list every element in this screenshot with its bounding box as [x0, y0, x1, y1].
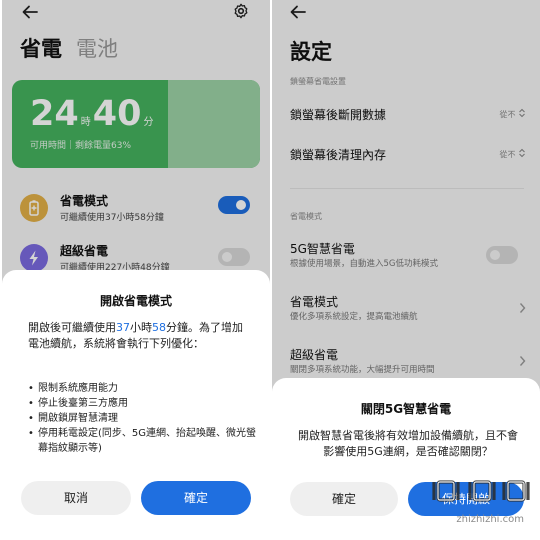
row-desc: 關閉多項系統功能，大幅提升可用時間: [290, 365, 435, 375]
section-divider: [290, 188, 524, 189]
watermark-logo: [432, 480, 530, 502]
row-title: 鎖螢幕後清理內存: [290, 148, 387, 162]
lightning-icon: [20, 244, 48, 272]
watermark: zhizhizhi.com: [408, 476, 532, 525]
disable-5g-smart-saving-dialog: 關閉5G智慧省電 開啟智慧省電後將有效增加設備續航，且不會影響使用5G連網，是否…: [272, 378, 540, 540]
settings-row-clear-memory[interactable]: 鎖螢幕後清理內存 從不: [290, 146, 526, 180]
watermark-url: zhizhizhi.com: [456, 514, 524, 525]
updown-chevron-icon: [519, 148, 525, 158]
dialog-minutes: 58: [152, 321, 166, 334]
5g-smart-saving-toggle[interactable]: [486, 246, 518, 264]
list-item: 停止後臺第三方應用: [28, 396, 258, 411]
row-value-text: 從不: [499, 150, 516, 159]
battery-tab-title[interactable]: 電池: [76, 33, 118, 63]
power-saving-toggle[interactable]: [218, 196, 250, 214]
mode-title: 超級省電: [60, 244, 109, 258]
ultra-power-saving-toggle[interactable]: [218, 248, 250, 266]
mode-desc: 可繼續使用37小時58分鐘: [60, 213, 164, 223]
mode-title: 省電模式: [60, 194, 109, 208]
row-value: 從不: [499, 148, 526, 160]
row-value-text: 從不: [499, 110, 516, 119]
dialog-title: 關閉5G智慧省電: [360, 402, 452, 416]
list-item: 限制系統應用能力: [28, 381, 258, 396]
updown-chevron-icon: [519, 108, 525, 118]
confirm-button[interactable]: 確定: [141, 481, 251, 515]
row-desc: 優化多項系統設定，提高電池續航: [290, 312, 418, 322]
row-title: 鎖螢幕後斷開數據: [290, 108, 387, 122]
settings-row-disconnect-data[interactable]: 鎖螢幕後斷開數據 從不: [290, 106, 526, 140]
list-item: 停用耗電設定(同步、5G連網、抬起喚醒、微光螢幕指紋顯示等): [28, 426, 258, 456]
dialog-body: 開啟後可繼續使用37小時58分鐘。為了增加電池續航，系統將會執行下列優化：: [28, 320, 250, 352]
cancel-button[interactable]: 取消: [21, 481, 131, 515]
battery-minutes: 40: [92, 94, 142, 134]
list-item: 開啟鎖屏智慧清理: [28, 411, 258, 426]
battery-card: 24 時40 分 可用時間｜剩餘電量63%: [12, 80, 260, 168]
battery-info-text: 可用時間｜剩餘電量63%: [30, 141, 132, 151]
toggle-knob: [236, 200, 246, 210]
dialog-body: 開啟智慧省電後將有效增加設備續航，且不會影響使用5G連網，是否確認關閉？: [298, 429, 518, 458]
back-arrow-icon[interactable]: [290, 4, 306, 23]
section-label: 省電模式: [290, 212, 322, 221]
dialog-title: 開啟省電模式: [99, 294, 172, 308]
back-arrow-icon[interactable]: [22, 4, 38, 23]
dialog-body-pre: 開啟後可繼續使用: [28, 321, 116, 334]
row-value: 從不: [499, 108, 526, 120]
page-title: 省電: [20, 37, 62, 61]
toggle-knob: [490, 250, 500, 260]
row-desc: 根據使用場景，自動進入5G低功耗模式: [290, 259, 438, 269]
battery-minutes-unit: 分: [143, 117, 154, 128]
confirm-button[interactable]: 確定: [290, 482, 398, 516]
dialog-hours-unit: 小時: [130, 321, 152, 334]
settings-row-ultra-saving[interactable]: 超級省電 關閉多項系統功能，大幅提升可用時間: [290, 346, 526, 380]
row-title: 超級省電: [290, 348, 339, 362]
optimization-list: 限制系統應用能力 停止後臺第三方應用 開啟鎖屏智慧清理 停用耗電設定(同步、5G…: [28, 381, 258, 456]
settings-gear-icon[interactable]: [233, 3, 249, 23]
right-settings-screen: 設定 鎖螢幕省電設置 鎖螢幕後斷開數據 從不 鎖螢幕後清理內存 從不 省電模式 …: [272, 0, 540, 540]
battery-hours-unit: 時: [80, 117, 91, 128]
left-battery-screen: 省電 電池 24 時40 分 可用時間｜剩餘電量63% 省電模式 可繼續使用37小時…: [2, 0, 270, 540]
chevron-right-icon: [519, 356, 526, 366]
battery-hours: 24: [30, 94, 79, 134]
section-label: 鎖螢幕省電設置: [290, 77, 346, 86]
row-title: 省電模式: [290, 295, 339, 309]
dialog-hours: 37: [116, 321, 130, 334]
page-title: 設定: [290, 40, 332, 64]
settings-row-power-saving-mode[interactable]: 省電模式 優化多項系統設定，提高電池續航: [290, 293, 526, 327]
battery-saver-icon: [20, 194, 48, 222]
battery-time-readout: 24 時40 分: [30, 94, 155, 134]
row-title: 5G智慧省電: [290, 242, 355, 256]
enable-power-saving-dialog: 開啟省電模式 開啟後可繼續使用37小時58分鐘。為了增加電池續航，系統將會執行下…: [2, 270, 270, 540]
chevron-right-icon: [519, 303, 526, 313]
toggle-knob: [222, 252, 232, 262]
battery-remaining-fill: [168, 80, 260, 168]
